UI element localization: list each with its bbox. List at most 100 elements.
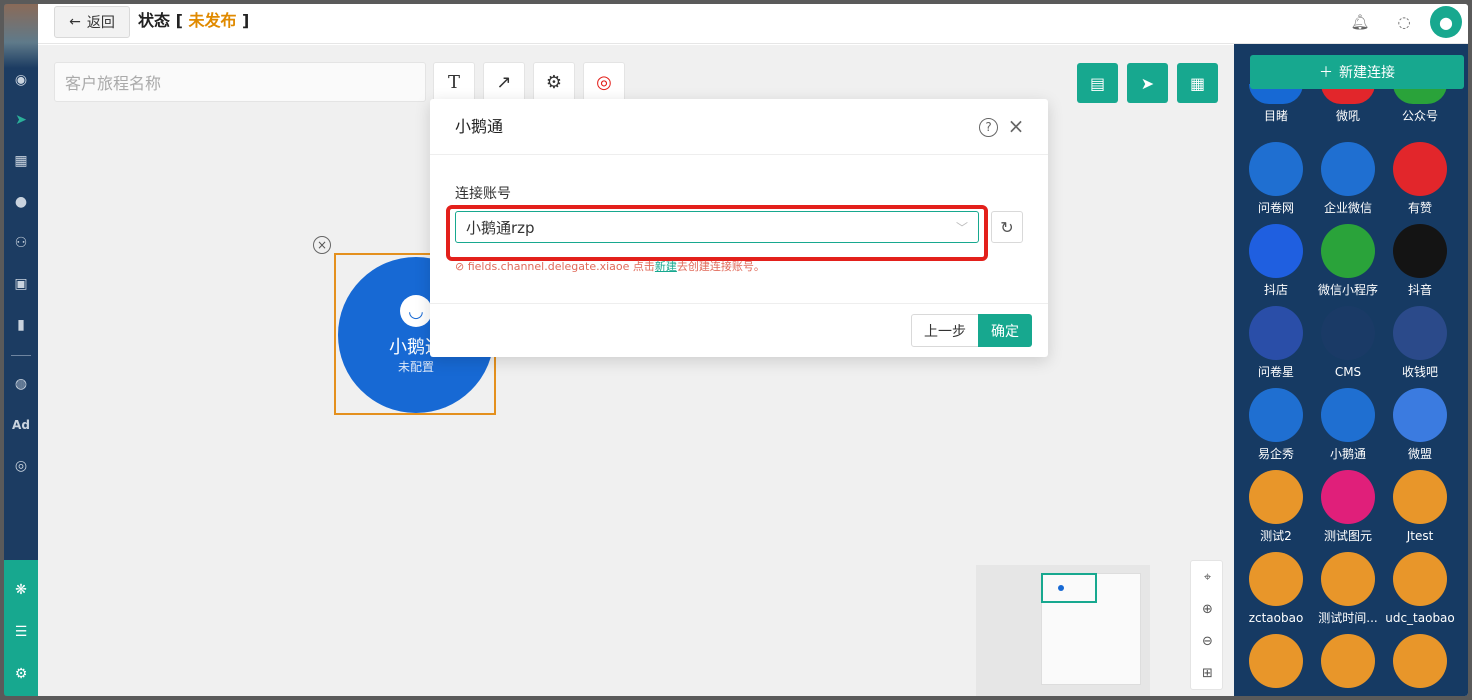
network-icon[interactable]: ❋ [9,578,33,602]
component-icon [1321,224,1375,278]
settings-tool-button[interactable]: ⚙ [533,62,575,102]
component-item[interactable]: 测试图元 [1312,470,1384,544]
component-item[interactable]: 抖店 [1240,224,1312,298]
component-item[interactable]: 收钱吧 [1384,306,1456,380]
component-item[interactable]: 测试时间... [1312,552,1384,626]
node-delete-button[interactable]: × [313,236,331,254]
template-button[interactable]: ▦ [1177,63,1218,103]
bell-icon[interactable]: 🔔︎ [1350,12,1370,32]
layout-icon[interactable]: ▦ [9,149,33,173]
arrow-tool-button[interactable]: ↗ [483,62,525,102]
bar-chart-icon[interactable]: ▮ [9,313,33,337]
arrow-icon: ↗ [496,71,512,93]
component-icon [1393,142,1447,196]
close-icon[interactable]: × [1006,116,1026,136]
component-item[interactable]: 易企秀 [1240,388,1312,462]
component-label: Jtest [1406,529,1434,543]
target-icon: ◎ [596,71,612,93]
settings-icon[interactable]: ⚙ [9,662,33,686]
component-label: 收钱吧 [1401,365,1438,379]
component-item[interactable]: 公众号 [1384,84,1456,124]
title-suffix: ] [236,11,250,30]
component-item[interactable] [1384,634,1456,688]
node-status: 未配置 [397,360,434,374]
component-label: 微信小程序 [1317,283,1378,297]
journey-send-icon[interactable]: ➤ [9,108,33,132]
avatar[interactable]: ● [1430,6,1462,38]
prev-step-button[interactable]: 上一步 [911,314,979,347]
component-icon [1321,552,1375,606]
component-label: 目睹 [1263,109,1288,123]
component-item[interactable]: 测试2 [1240,470,1312,544]
fit-button[interactable]: ⊞ [1191,657,1224,689]
bookmark-icon[interactable]: ▣ [9,272,33,296]
component-item[interactable]: 抖音 [1384,224,1456,298]
arrow-left-icon: ← [69,14,81,30]
component-label: 公众号 [1401,109,1438,123]
ad-icon[interactable]: Ad [9,413,33,437]
component-item[interactable]: 企业微信 [1312,142,1384,216]
save-button[interactable]: ▤ [1077,63,1118,103]
component-item[interactable] [1240,634,1312,688]
component-icon [1321,634,1375,688]
zoom-in-icon: ⊕ [1202,601,1213,617]
component-label: 易企秀 [1257,447,1294,461]
error-tail: 去创建连接账号。 [676,260,765,273]
component-item[interactable]: 微吼 [1312,84,1384,124]
component-item[interactable]: zctaobao [1240,552,1312,626]
sidebar-divider [11,355,31,356]
component-icon [1393,552,1447,606]
xiaoe-icon: ◡ [400,295,432,327]
component-item[interactable]: CMS [1312,306,1384,380]
component-item[interactable]: udc_taobao [1384,552,1456,626]
layout-icon: ▦ [1189,73,1206,93]
refresh-button[interactable]: ↻ [991,211,1023,243]
component-item[interactable]: 目睹 [1240,84,1312,124]
dialog-header: 小鹅通 ? × [430,99,1048,155]
gear-icon: ⚙ [545,71,563,93]
journey-name-input[interactable]: 客户旅程名称 [54,62,426,102]
users-icon[interactable]: ⚇ [9,231,33,255]
component-item[interactable]: 有赞 [1384,142,1456,216]
connection-dialog: 小鹅通 ? × 连接账号 小鹅通rzp ﹀ ↻ ⊘ fields.channel… [430,99,1048,357]
dashboard-icon[interactable]: ◉ [9,68,33,92]
help-icon[interactable]: ? [979,118,998,137]
component-item[interactable]: 问卷网 [1240,142,1312,216]
component-item[interactable]: 问卷星 [1240,306,1312,380]
chat-icon[interactable]: ◌ [1394,12,1414,32]
component-icon [1249,470,1303,524]
dialog-title: 小鹅通 [455,117,504,136]
component-label: 测试时间... [1318,611,1378,625]
zoom-out-button[interactable]: ⊖ [1191,625,1224,657]
component-icon [1249,224,1303,278]
server-icon[interactable]: ☰ [9,620,33,644]
component-icon [1393,224,1447,278]
minimap-node-dot [1058,585,1064,591]
component-label: 问卷网 [1257,201,1294,215]
publish-button[interactable]: ➤ [1127,63,1168,103]
component-item[interactable]: 微信小程序 [1312,224,1384,298]
user-icon[interactable]: ● [9,190,33,214]
text-tool-button[interactable]: T [433,62,475,102]
target-icon[interactable]: ◎ [9,454,33,478]
new-connection-button[interactable]: ＋ 新建连接 [1250,55,1464,89]
create-link[interactable]: 新建 [655,260,677,273]
goal-tool-button[interactable]: ◎ [583,62,625,102]
minimap-viewport[interactable] [1041,573,1097,603]
confirm-button[interactable]: 确定 [978,314,1032,347]
wechat-icon[interactable]: ◍ [9,372,33,396]
component-icon [1249,142,1303,196]
component-icon [1321,470,1375,524]
component-item[interactable]: Jtest [1384,470,1456,544]
center-button[interactable]: ⌖ [1191,561,1224,593]
component-icon [1393,388,1447,442]
minimap[interactable] [976,565,1150,696]
zoom-in-button[interactable]: ⊕ [1191,593,1224,625]
component-icon [1249,552,1303,606]
component-item[interactable]: 小鹅通 [1312,388,1384,462]
component-icon [1249,306,1303,360]
component-item[interactable] [1312,634,1384,688]
component-label: udc_taobao [1385,611,1455,625]
component-item[interactable]: 微盟 [1384,388,1456,462]
back-button[interactable]: ← 返回 [54,6,130,38]
